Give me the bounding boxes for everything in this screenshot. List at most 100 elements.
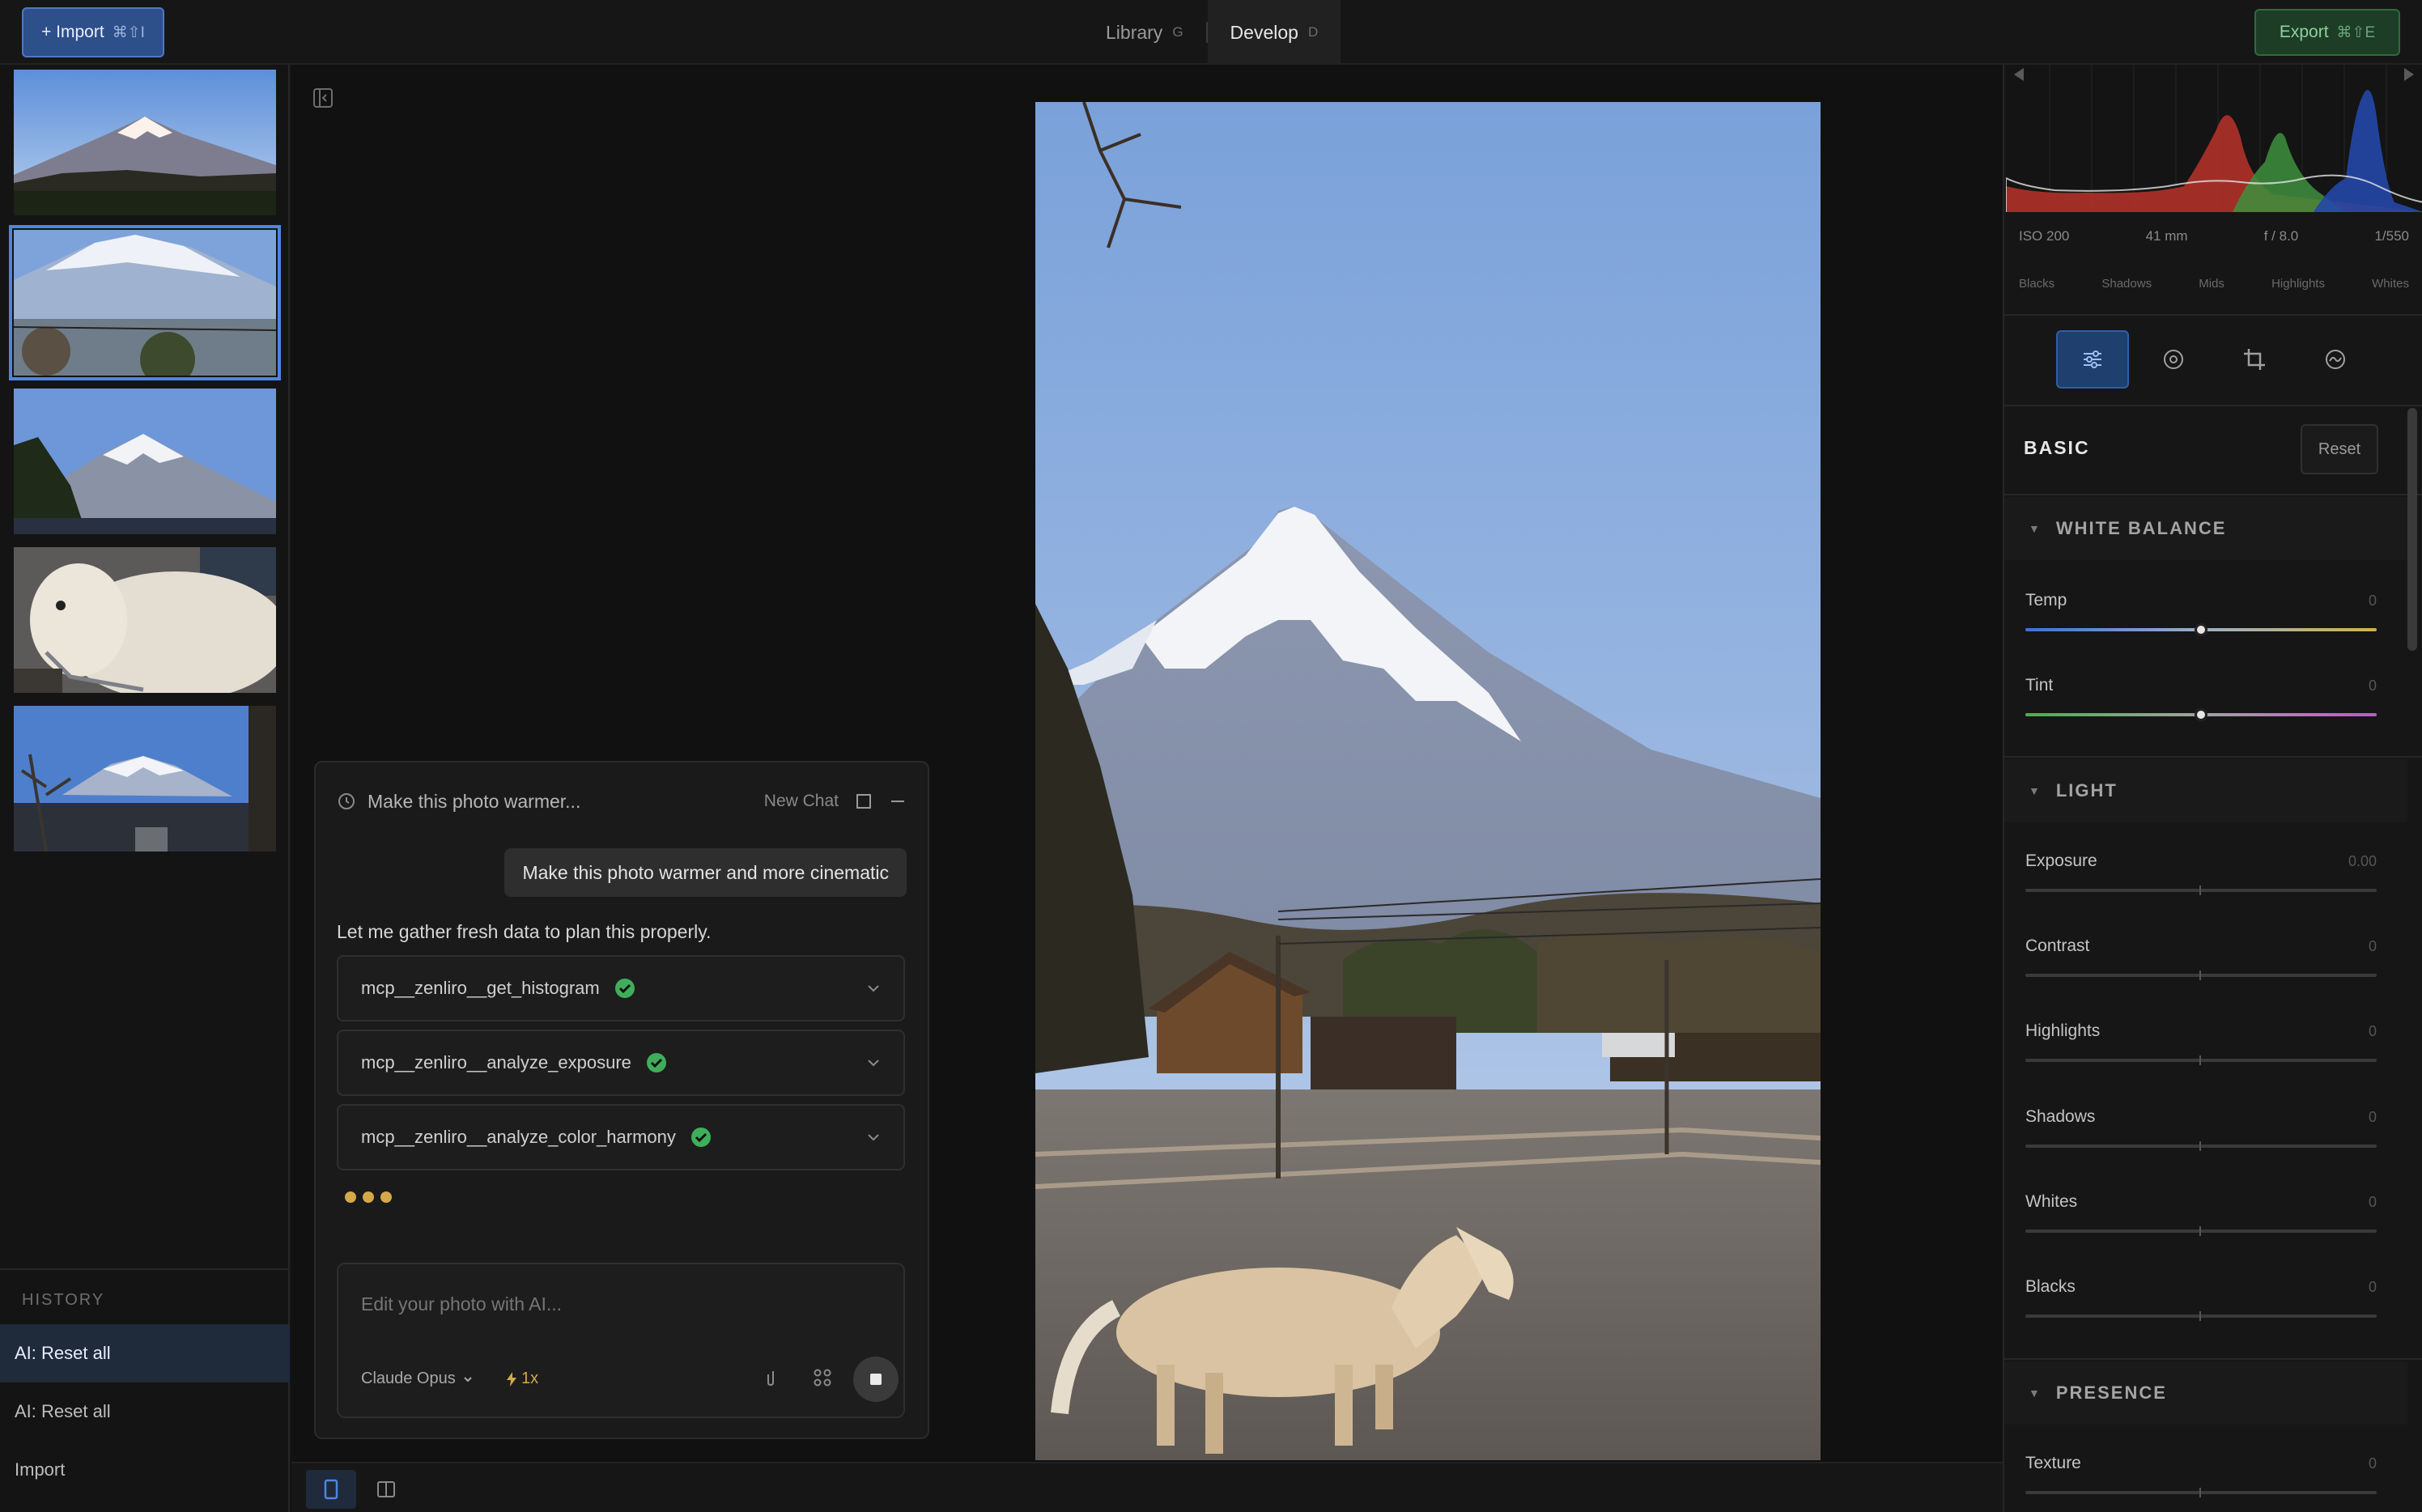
tool-call-row[interactable]: mcp__zenliro__get_histogram: [337, 955, 905, 1021]
thumbnail-2-image: [14, 230, 276, 376]
white-balance-header[interactable]: ▼ WHITE BALANCE: [2004, 497, 2407, 560]
history-item[interactable]: AI: Reset all: [0, 1382, 290, 1441]
sliders-icon: [2084, 350, 2101, 368]
speed-toggle[interactable]: 1x: [505, 1370, 538, 1388]
slider-thumb[interactable]: [2195, 623, 2207, 636]
chevron-down-icon[interactable]: [866, 981, 881, 996]
slider-value: 0: [2368, 1194, 2377, 1210]
tab-adjust[interactable]: [2056, 330, 2129, 389]
panel-scrollbar[interactable]: [2407, 408, 2417, 651]
compare-view-button[interactable]: [361, 1470, 411, 1509]
thumbnail-2[interactable]: [9, 225, 281, 380]
slider-track: [2025, 1059, 2377, 1062]
curve-icon: [2326, 350, 2345, 369]
slider-track: [2025, 1145, 2377, 1148]
tab-library[interactable]: Library G: [1083, 0, 1206, 65]
history-title: HISTORY: [22, 1291, 105, 1309]
slider-value: 0: [2368, 1023, 2377, 1039]
split-view-icon: [377, 1481, 395, 1497]
lightning-icon: [507, 1371, 516, 1387]
thumbnail-1[interactable]: [14, 70, 276, 215]
tool-call-row[interactable]: mcp__zenliro__analyze_exposure: [337, 1030, 905, 1096]
exif-info: ISO 200 41 mm f / 8.0 1/550: [2004, 228, 2422, 244]
exposure-slider[interactable]: Exposure 0.00: [2025, 852, 2377, 895]
chevron-down-icon[interactable]: [866, 1055, 881, 1070]
tab-curves[interactable]: [2299, 330, 2372, 389]
speed-label: 1x: [521, 1370, 539, 1387]
slider-label: Whites: [2025, 1192, 2078, 1211]
thumbnail-4[interactable]: [14, 547, 276, 693]
slider-center-tick: [2199, 970, 2201, 980]
filmstrip-panel: HISTORY AI: Reset all AI: Reset all Impo…: [0, 65, 290, 1512]
triangle-down-icon: ▼: [2029, 1387, 2042, 1399]
thumbnail-1-image: [14, 70, 276, 215]
slider-value: 0: [2368, 1279, 2377, 1295]
presence-header[interactable]: ▼ PRESENCE: [2004, 1361, 2407, 1425]
slider-center-tick: [2199, 1311, 2201, 1321]
tab-develop-key: D: [1307, 24, 1319, 40]
develop-canvas: Make this photo warmer... New Chat Make …: [291, 65, 2003, 1462]
zone-blacks: Blacks: [2019, 277, 2055, 291]
tint-slider[interactable]: Tint 0: [2025, 676, 2377, 721]
grid-icon[interactable]: [811, 1366, 834, 1389]
single-view-button[interactable]: [306, 1470, 356, 1509]
history-item-label: Import: [15, 1459, 66, 1480]
tool-call-name: mcp__zenliro__analyze_exposure: [361, 1052, 631, 1072]
history-item[interactable]: AI: Reset all: [0, 1324, 290, 1382]
histogram: [2006, 65, 2422, 212]
tab-crop[interactable]: [2218, 330, 2291, 389]
slider-center-tick: [2199, 1226, 2201, 1236]
blacks-slider[interactable]: Blacks 0: [2025, 1277, 2377, 1321]
triangle-down-icon: ▼: [2029, 522, 2042, 535]
export-button[interactable]: Export ⌘⇧E: [2254, 9, 2400, 56]
attachment-icon[interactable]: [759, 1366, 782, 1389]
minimize-icon[interactable]: [889, 792, 907, 810]
sidebar-toggle-icon[interactable]: [312, 87, 334, 108]
assistant-message: Let me gather fresh data to plan this pr…: [337, 921, 712, 942]
tab-heal[interactable]: [2137, 330, 2210, 389]
triangle-down-icon: ▼: [2029, 784, 2042, 797]
shadows-slider[interactable]: Shadows 0: [2025, 1107, 2377, 1151]
temp-slider[interactable]: Temp 0: [2025, 591, 2377, 636]
view-mode-bar: [291, 1462, 2003, 1512]
new-chat-button[interactable]: New Chat: [764, 792, 839, 811]
thumbnail-4-image: [14, 547, 276, 693]
tab-develop-label: Develop: [1230, 21, 1298, 43]
light-header[interactable]: ▼ LIGHT: [2004, 759, 2407, 822]
chat-composer: Claude Opus 1x: [337, 1263, 905, 1418]
tool-call-name: mcp__zenliro__analyze_color_harmony: [361, 1127, 676, 1147]
slider-value: 0: [2368, 1455, 2377, 1472]
chevron-down-icon[interactable]: [866, 1130, 881, 1145]
slider-track: [2025, 974, 2377, 977]
import-button[interactable]: + Import ⌘⇧I: [22, 7, 164, 57]
slider-label: Shadows: [2025, 1107, 2096, 1126]
history-panel: HISTORY AI: Reset all AI: Reset all Impo…: [0, 1268, 290, 1499]
tool-call-row[interactable]: mcp__zenliro__analyze_color_harmony: [337, 1104, 905, 1170]
slider-track: [2025, 889, 2377, 892]
slider-track: [2025, 1491, 2377, 1494]
slider-label: Highlights: [2025, 1021, 2101, 1040]
target-icon: [2164, 350, 2183, 369]
highlights-slider[interactable]: Highlights 0: [2025, 1021, 2377, 1065]
whites-slider[interactable]: Whites 0: [2025, 1192, 2377, 1236]
divider: [2004, 314, 2422, 316]
reset-button[interactable]: Reset: [2301, 424, 2378, 474]
slider-label: Blacks: [2025, 1277, 2076, 1296]
zone-whites: Whites: [2372, 277, 2409, 291]
thumbnail-5[interactable]: [14, 706, 276, 852]
history-item-label: AI: Reset all: [15, 1343, 111, 1363]
history-item[interactable]: Import: [0, 1441, 290, 1499]
contrast-slider[interactable]: Contrast 0: [2025, 937, 2377, 980]
tab-library-key: G: [1172, 24, 1183, 40]
texture-slider[interactable]: Texture 0: [2025, 1454, 2377, 1497]
check-circle-icon: [690, 1128, 711, 1147]
main-photo[interactable]: [1035, 102, 1821, 1460]
tab-develop[interactable]: Develop D: [1207, 0, 1341, 65]
stop-button[interactable]: [853, 1357, 899, 1402]
presence-label: PRESENCE: [2055, 1382, 2167, 1403]
slider-thumb[interactable]: [2195, 708, 2207, 721]
thumbnail-3[interactable]: [14, 389, 276, 534]
expand-icon[interactable]: [855, 792, 873, 810]
chat-input[interactable]: [361, 1293, 879, 1315]
model-selector[interactable]: Claude Opus: [361, 1370, 474, 1388]
